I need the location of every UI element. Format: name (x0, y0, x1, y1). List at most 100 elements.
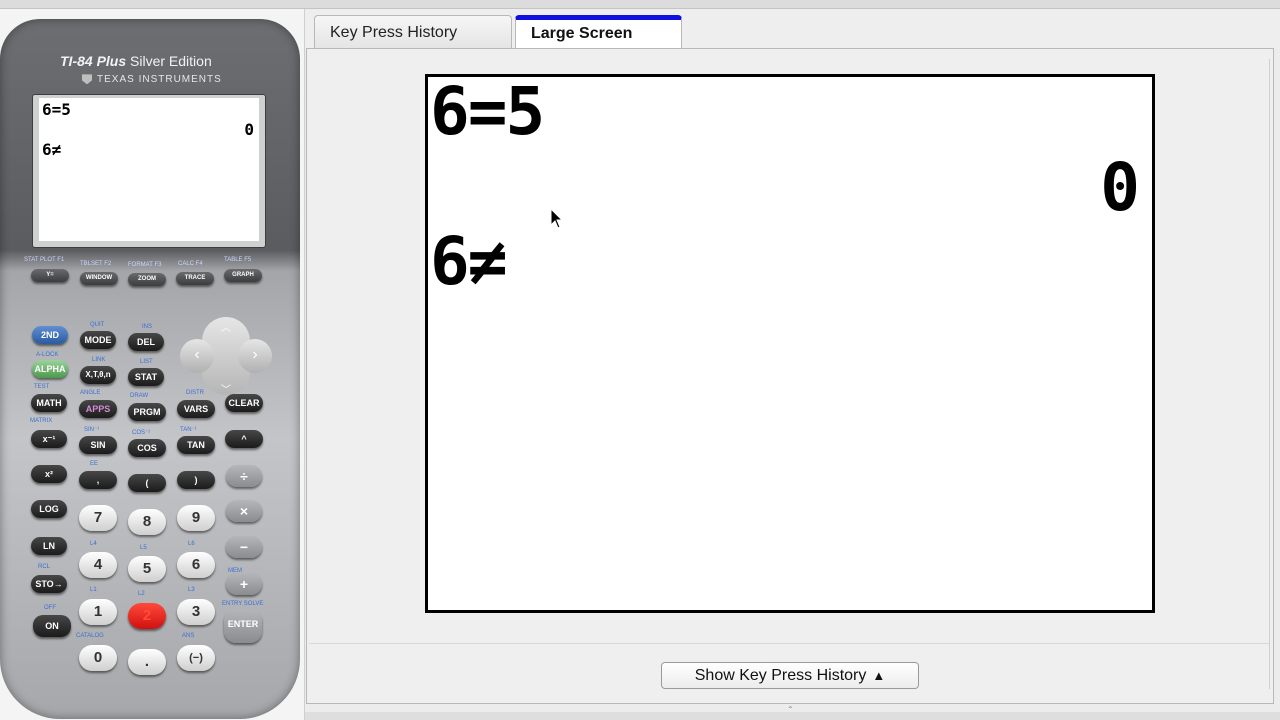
triangle-up-icon: ▲ (872, 668, 886, 683)
four-key[interactable]: 4 (79, 552, 117, 578)
list-label: LIST (140, 359, 153, 365)
test-label: TEST (34, 384, 50, 390)
cos-inv-label: COS⁻¹ (132, 430, 151, 436)
eight-key[interactable]: 8 (128, 509, 166, 535)
fn-label-5: TABLE F5 (224, 257, 252, 263)
prgm-key[interactable]: PRGM (128, 403, 166, 421)
fn-label-2: TBLSET F2 (80, 261, 112, 267)
three-key[interactable]: 3 (177, 599, 215, 625)
fn-label-1: STAT PLOT F1 (24, 257, 65, 263)
calculator-panel: TI-84 Plus Silver Edition TEXAS INSTRUME… (0, 9, 305, 720)
rcl-label: RCL (38, 564, 51, 570)
rparen-key[interactable]: ) (177, 471, 215, 489)
mouse-pointer-icon (550, 208, 563, 229)
apps-key[interactable]: APPS (79, 400, 117, 418)
zoom-key[interactable]: ZOOM (128, 273, 166, 286)
vars-key[interactable]: VARS (177, 400, 215, 418)
sto-key[interactable]: STO→ (31, 575, 67, 593)
l1-label: L1 (90, 587, 97, 593)
large-screen-line2: 6≠ (430, 223, 507, 300)
show-key-press-history-button[interactable]: Show Key Press History ▲ (661, 662, 919, 689)
arrow-right-icon[interactable]: › (238, 339, 272, 373)
panel-separator (309, 643, 1269, 644)
ans-label: ANS (182, 633, 195, 639)
large-screen-display: 6=5 0 6≠ (425, 73, 1155, 613)
enter-key[interactable]: ENTER (224, 609, 262, 643)
arrow-left-icon[interactable]: ‹ (180, 339, 214, 373)
sin-inv-label: SIN⁻¹ (84, 427, 100, 433)
l5-label: L5 (140, 545, 147, 551)
l3-label: L3 (188, 587, 195, 593)
large-screen-line1: 6=5 (430, 73, 545, 150)
five-key[interactable]: 5 (128, 556, 166, 582)
math-key[interactable]: MATH (31, 394, 67, 412)
stat-key[interactable]: STAT (128, 368, 164, 386)
sin-key[interactable]: SIN (79, 436, 117, 454)
six-key[interactable]: 6 (177, 552, 215, 578)
two-key[interactable]: 2 (128, 603, 166, 629)
decimal-key[interactable]: . (128, 649, 166, 675)
calc-screen-line1: 6=5 (42, 100, 71, 119)
calc-screen-line2: 6≠ (42, 140, 62, 159)
calc-screen-result: 0 (244, 120, 254, 139)
fn-label-3: FORMAT F3 (128, 262, 162, 268)
clear-key[interactable]: CLEAR (225, 394, 263, 412)
y-equals-key[interactable]: Y= (31, 269, 69, 282)
negative-key[interactable]: (−) (177, 645, 215, 671)
tan-inv-label: TAN⁻¹ (180, 427, 197, 433)
seven-key[interactable]: 7 (79, 505, 117, 531)
window-key[interactable]: WINDOW (80, 272, 118, 285)
link-label: LINK (92, 357, 106, 363)
fn-label-4: CALC F4 (178, 261, 203, 267)
power-key[interactable]: ^ (225, 430, 263, 448)
second-key[interactable]: 2ND (32, 326, 68, 344)
arrow-down-icon[interactable]: ﹀ (218, 381, 234, 396)
arrow-up-icon[interactable]: ︿ (218, 319, 234, 334)
minus-key[interactable]: − (226, 536, 262, 558)
graph-key[interactable]: GRAPH (224, 269, 262, 282)
mode-key[interactable]: MODE (80, 331, 116, 349)
calculator-model: TI-84 Plus Silver Edition (60, 53, 212, 69)
plus-key[interactable]: + (226, 573, 262, 595)
l6-label: L6 (188, 541, 195, 547)
window-top-strip (0, 0, 1280, 9)
comma-key[interactable]: , (79, 471, 117, 489)
zero-key[interactable]: 0 (79, 645, 117, 671)
one-key[interactable]: 1 (79, 599, 117, 625)
ln-key[interactable]: LN (31, 537, 67, 555)
tan-key[interactable]: TAN (177, 436, 215, 454)
trace-key[interactable]: TRACE (176, 272, 214, 285)
square-key[interactable]: x² (31, 465, 67, 483)
multiply-key[interactable]: × (226, 500, 262, 522)
l2-label: L2 (138, 591, 145, 597)
ins-label: INS (142, 324, 153, 330)
cos-key[interactable]: COS (128, 439, 166, 457)
calculator-screen: 6=5 0 6≠ (32, 94, 266, 248)
del-key[interactable]: DEL (128, 333, 164, 351)
on-key[interactable]: ON (33, 615, 71, 637)
ee-label: EE (90, 461, 99, 467)
panel-divider (1269, 59, 1270, 689)
tab-bar: Key Press History Large Screen (305, 9, 1280, 55)
alock-label: A-LOCK (36, 352, 59, 358)
lparen-key[interactable]: ( (128, 474, 166, 492)
calculator-body: TI-84 Plus Silver Edition TEXAS INSTRUME… (0, 19, 300, 719)
draw-label: DRAW (130, 393, 149, 399)
calculator-maker: TEXAS INSTRUMENTS (82, 74, 222, 85)
distr-label: DISTR (186, 390, 204, 396)
inverse-key[interactable]: x⁻¹ (31, 430, 67, 448)
quit-label: QUIT (90, 322, 105, 328)
alpha-key[interactable]: ALPHA (32, 360, 68, 378)
l4-label: L4 (90, 541, 97, 547)
angle-label: ANGLE (80, 390, 101, 396)
arrow-pad[interactable]: ︿ ‹ › ﹀ (180, 317, 272, 396)
entry-label: ENTRY SOLVE (222, 601, 264, 607)
window-bottom-strip (305, 712, 1280, 720)
xtn-key[interactable]: X,T,θ,n (80, 366, 116, 384)
log-key[interactable]: LOG (31, 500, 67, 518)
divide-key[interactable]: ÷ (226, 465, 262, 487)
large-screen-result: 0 (1100, 149, 1140, 226)
off-label: OFF (44, 605, 56, 611)
ti-logo-icon (82, 74, 92, 85)
nine-key[interactable]: 9 (177, 505, 215, 531)
